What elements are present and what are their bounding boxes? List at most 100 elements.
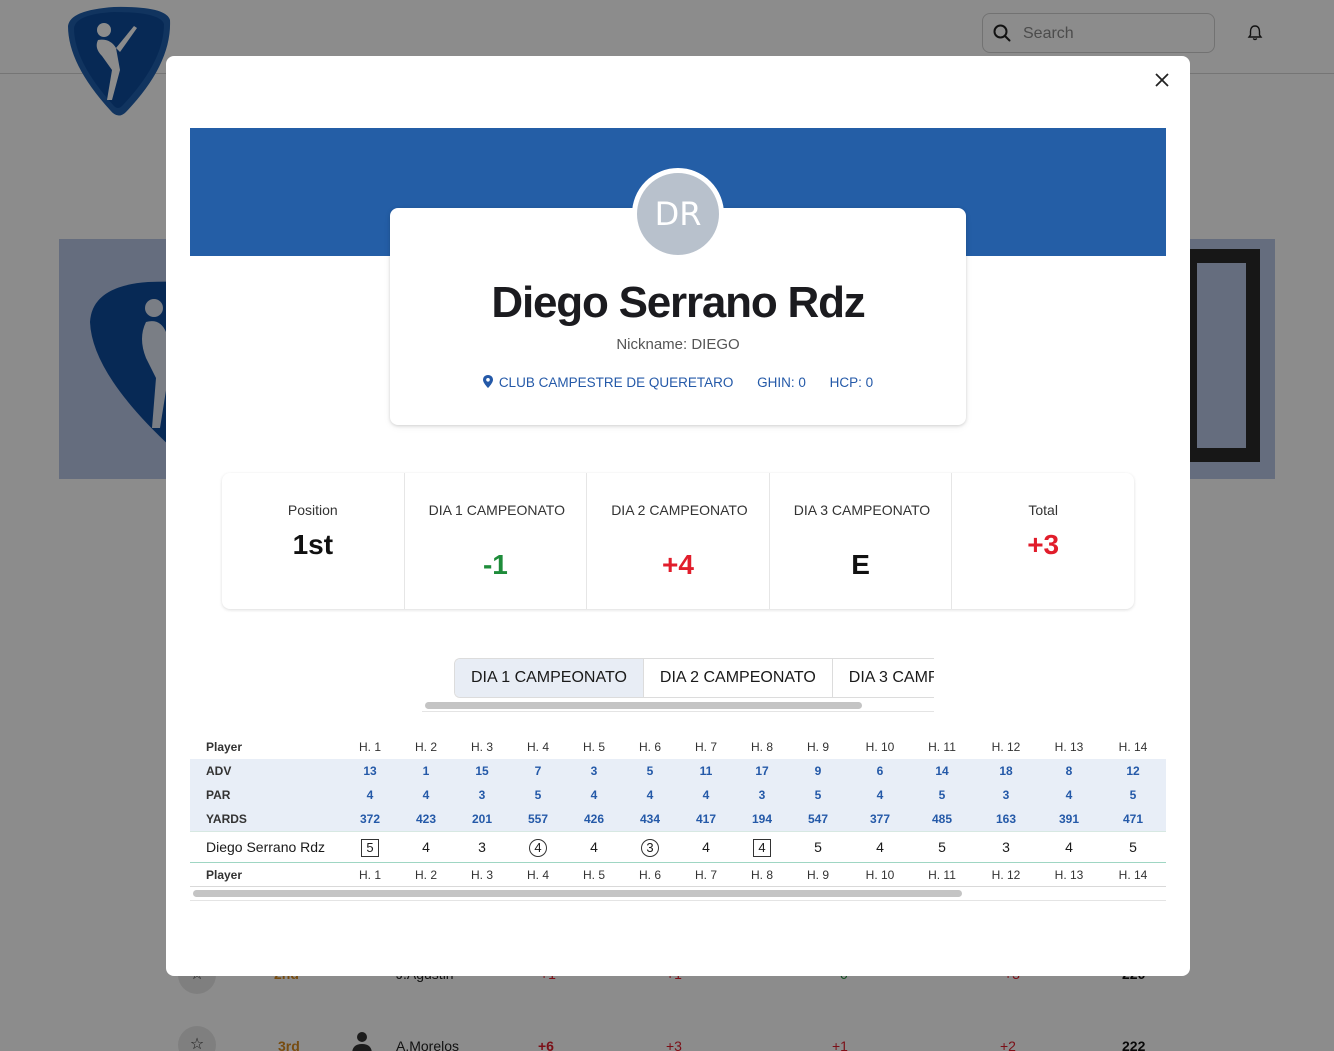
hole-header: H. 10	[865, 740, 895, 754]
adv-cell: 11	[699, 764, 713, 778]
footer-player: Player	[206, 868, 243, 882]
adv-cell: 9	[814, 764, 822, 778]
hole-header: H. 11	[928, 868, 956, 882]
score-cell: 4	[742, 832, 782, 863]
hole-header: H. 2	[414, 740, 437, 754]
adv-cell: 15	[475, 764, 489, 778]
par-score: 4	[876, 839, 884, 855]
tab-dia-3[interactable]: DIA 3 CAMPEONATO	[833, 659, 934, 697]
score-cell: 5	[798, 832, 838, 863]
adv-cell: 13	[363, 764, 377, 778]
bogey-score: 4	[753, 839, 771, 858]
birdie-score: 4	[529, 839, 547, 858]
yards-cell: 471	[1122, 812, 1144, 826]
hole-header: H. 11	[928, 740, 956, 754]
table-header: Player H. 1 H. 2 H. 3 H. 4 H. 5 H. 6 H. 7 H. 8 H…	[190, 735, 1166, 759]
adv-cell: 14	[935, 764, 949, 778]
par-cell: 4	[366, 788, 374, 802]
score-cell: 4	[860, 832, 900, 863]
hole-header: H. 12	[991, 868, 1021, 882]
score-cell: 4	[574, 832, 614, 863]
tab-strip: DIA 1 CAMPEONATO DIA 2 CAMPEONATO DIA 3 …	[454, 658, 934, 698]
hole-header: H. 8	[750, 740, 773, 754]
row-label: PAR	[206, 788, 231, 802]
score-cell: 4	[686, 832, 726, 863]
score-cell: 5	[350, 832, 390, 863]
hole-header: H. 1	[358, 740, 381, 754]
par-score: 4	[590, 839, 598, 855]
stat-value: E	[851, 549, 870, 580]
stat-position: Position 1st	[222, 473, 405, 609]
player-profile-modal: Diego Serrano Rdz Nickname: DIEGO CLUB C…	[166, 56, 1190, 976]
hole-header: H. 6	[638, 868, 661, 882]
yards-cell: 557	[527, 812, 549, 826]
tab-dia-2[interactable]: DIA 2 CAMPEONATO	[644, 659, 833, 697]
hole-header: H. 14	[1118, 740, 1148, 754]
par-cell: 5	[814, 788, 822, 802]
table-row: ADV 13 1 15 7 3 5 11 17 9 6 14 18 8 12	[190, 759, 1166, 783]
round-tabs: DIA 1 CAMPEONATO DIA 2 CAMPEONATO DIA 3 …	[422, 658, 934, 712]
table-row: YARDS 372 423 201 557 426 434 417 194 547 377 485 1…	[190, 807, 1166, 831]
hole-header: H. 6	[638, 740, 661, 754]
score-cell: 4	[1049, 832, 1089, 863]
club-info: CLUB CAMPESTRE DE QUERETARO	[482, 375, 733, 390]
par-cell: 5	[534, 788, 542, 802]
hole-header: H. 3	[470, 868, 493, 882]
hole-header: H. 3	[470, 740, 493, 754]
player-meta: CLUB CAMPESTRE DE QUERETARO GHIN: 0 HCP:…	[390, 375, 966, 390]
par-cell: 4	[702, 788, 710, 802]
score-cell: 3	[986, 832, 1026, 863]
yards-cell: 426	[583, 812, 605, 826]
par-cell: 4	[422, 788, 430, 802]
yards-cell: 163	[995, 812, 1017, 826]
stat-value: +3	[1027, 529, 1060, 560]
player-nickname: Nickname: DIEGO	[616, 336, 740, 353]
player-score-row[interactable]: Diego Serrano Rdz 5 4 3 4 4 3 4 4 5 4 5 3 4 5	[190, 831, 1166, 863]
yards-cell: 194	[751, 812, 773, 826]
yards-cell: 372	[359, 812, 381, 826]
hole-header: H. 13	[1054, 740, 1084, 754]
tab-dia-1[interactable]: DIA 1 CAMPEONATO	[455, 659, 644, 697]
adv-cell: 1	[422, 764, 430, 778]
adv-cell: 18	[999, 764, 1013, 778]
table-footer: Player H. 1 H. 2 H. 3 H. 4 H. 5 H. 6 H. 7 H. 8 H…	[190, 863, 1166, 887]
hole-header: H. 13	[1054, 868, 1084, 882]
par-score: 4	[702, 839, 710, 855]
hole-header: H. 7	[694, 740, 717, 754]
par-cell: 4	[1065, 788, 1073, 802]
hole-header: H. 9	[806, 740, 829, 754]
score-cell: 4	[518, 832, 558, 863]
par-cell: 4	[646, 788, 654, 802]
ghin-value: GHIN: 0	[757, 375, 806, 390]
yards-cell: 391	[1058, 812, 1080, 826]
table-scrollbar[interactable]	[190, 887, 1166, 901]
stat-day2: DIA 2 CAMPEONATO +4	[587, 473, 770, 609]
stat-total: Total +3	[952, 473, 1134, 609]
hole-header: H. 2	[414, 868, 437, 882]
hole-header: H. 5	[582, 868, 605, 882]
hole-header: H. 5	[582, 740, 605, 754]
stat-label: DIA 1 CAMPEONATO	[428, 502, 565, 518]
row-player-name: Diego Serrano Rdz	[206, 839, 326, 855]
scrollbar-thumb[interactable]	[193, 890, 962, 897]
hole-header: H. 9	[806, 868, 829, 882]
header-player: Player	[206, 740, 243, 754]
adv-cell: 5	[646, 764, 654, 778]
stat-label: DIA 3 CAMPEONATO	[793, 502, 931, 518]
stat-label: Total	[1028, 502, 1058, 518]
stat-value: 1st	[292, 529, 334, 560]
par-score: 3	[478, 839, 486, 855]
par-score: 5	[938, 839, 946, 855]
tabs-scrollbar[interactable]	[422, 700, 934, 712]
scrollbar-thumb[interactable]	[425, 702, 862, 709]
par-score: 3	[1002, 839, 1010, 855]
close-icon[interactable]	[1150, 68, 1174, 92]
par-cell: 3	[758, 788, 766, 802]
par-cell: 4	[590, 788, 598, 802]
adv-cell: 12	[1126, 764, 1140, 778]
yards-cell: 201	[471, 812, 493, 826]
hole-header: H. 14	[1118, 868, 1148, 882]
par-cell: 4	[876, 788, 884, 802]
par-cell: 3	[1002, 788, 1010, 802]
yards-cell: 485	[931, 812, 953, 826]
